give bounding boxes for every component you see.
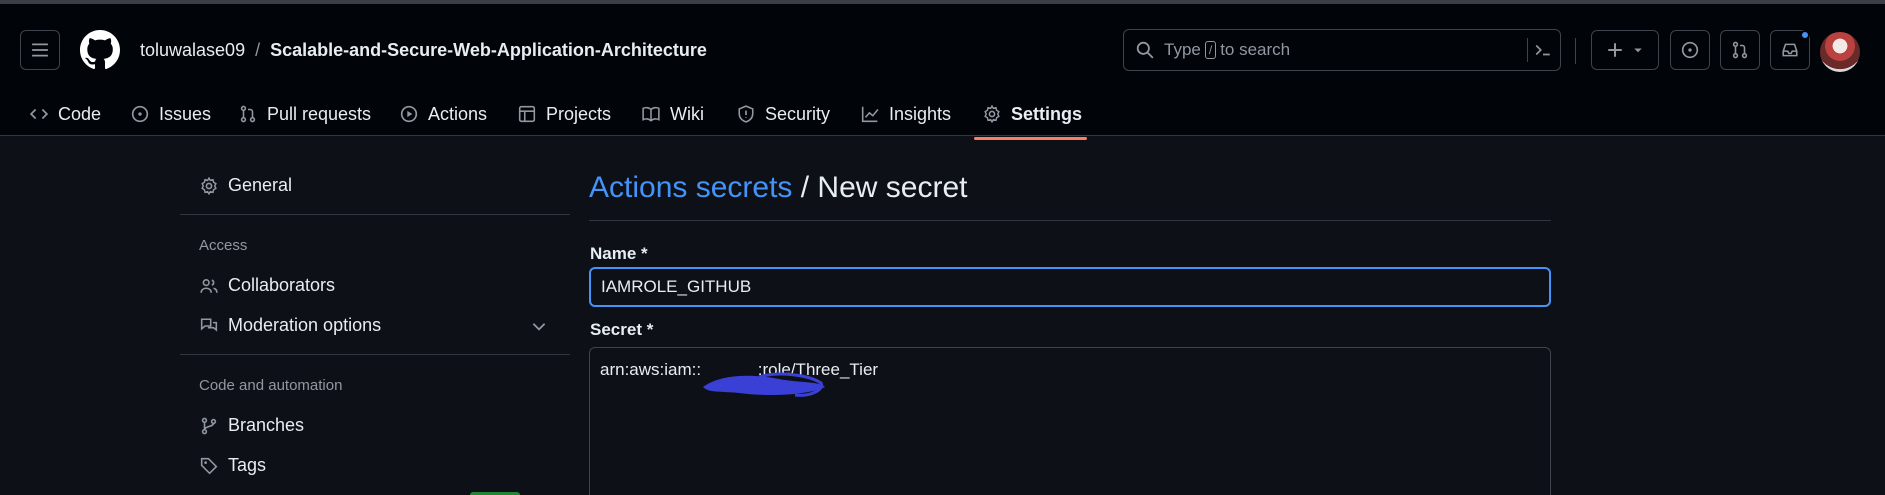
- redaction-scribble: [703, 372, 825, 397]
- secret-label: Secret *: [590, 320, 654, 339]
- tab-wiki[interactable]: Wiki: [642, 88, 704, 140]
- top-bar: toluwalase09 / Scalable-and-Secure-Web-A…: [0, 8, 1885, 88]
- create-new-button[interactable]: [1591, 30, 1659, 70]
- search-suffix: to search: [1220, 40, 1291, 59]
- search-prefix: Type: [1164, 40, 1201, 59]
- gear-icon: [984, 105, 1000, 123]
- header-divider: [1575, 38, 1576, 64]
- menu-button[interactable]: [20, 30, 60, 70]
- chevron-down-icon[interactable]: [530, 317, 548, 335]
- code-icon: [30, 108, 48, 120]
- search-divider: [1527, 38, 1528, 62]
- sidebar-item-moderation-options[interactable]: Moderation options: [200, 315, 381, 336]
- tab-pull-requests-label: Pull requests: [267, 103, 372, 124]
- graph-icon: [861, 106, 879, 123]
- tab-settings-label: Settings: [1011, 103, 1083, 124]
- tab-pull-requests[interactable]: Pull requests: [239, 88, 371, 140]
- plus-icon: [1608, 43, 1622, 57]
- sidebar-heading-access: Access: [199, 237, 248, 254]
- sidebar-item-general[interactable]: General: [200, 175, 292, 196]
- your-issues-button[interactable]: [1670, 30, 1710, 70]
- page-title-rest: / New secret: [800, 171, 968, 204]
- sidebar-item-label: Collaborators: [228, 275, 336, 295]
- breadcrumb-separator: /: [255, 40, 261, 60]
- tab-insights-label: Insights: [889, 103, 952, 124]
- app-header: toluwalase09 / Scalable-and-Secure-Web-A…: [0, 0, 1885, 140]
- tab-settings[interactable]: Settings: [983, 88, 1082, 140]
- tab-actions[interactable]: Actions: [400, 88, 487, 140]
- sidebar-item-tags[interactable]: Tags: [200, 455, 266, 476]
- search-shortcut-key: /: [1204, 41, 1217, 59]
- actions-secrets-link[interactable]: Actions secrets: [589, 171, 792, 204]
- tab-insights[interactable]: Insights: [861, 88, 951, 140]
- user-avatar[interactable]: [1820, 32, 1860, 72]
- search-placeholder: Type / to search: [1164, 40, 1290, 60]
- play-icon: [400, 105, 418, 123]
- sidebar-item-label: Tags: [228, 455, 267, 475]
- sidebar-item-label: General: [228, 175, 293, 195]
- book-icon: [642, 106, 660, 122]
- tab-code[interactable]: Code: [30, 88, 101, 140]
- name-label: Name *: [590, 244, 648, 263]
- tag-icon: [200, 457, 218, 474]
- sidebar-item-branches[interactable]: Branches: [200, 415, 304, 436]
- table-icon: [518, 105, 536, 123]
- command-palette-icon[interactable]: [1534, 41, 1552, 59]
- active-tab-indicator: [974, 137, 1087, 140]
- repo-owner-link[interactable]: toluwalase09: [140, 40, 245, 61]
- github-logo-icon[interactable]: [80, 30, 120, 70]
- people-icon: [200, 278, 218, 293]
- search-input[interactable]: Type / to search: [1123, 29, 1561, 71]
- tab-wiki-label: Wiki: [670, 103, 704, 124]
- tab-actions-label: Actions: [428, 103, 488, 124]
- git-pull-request-icon: [240, 105, 256, 123]
- inbox-icon: [1782, 43, 1798, 57]
- sidebar-divider: [180, 354, 570, 355]
- sidebar-heading-code-automation: Code and automation: [199, 377, 343, 394]
- tab-security-label: Security: [765, 103, 831, 124]
- shield-icon: [738, 105, 754, 123]
- tab-security[interactable]: Security: [737, 88, 830, 140]
- title-divider: [589, 220, 1551, 221]
- repo-breadcrumb: toluwalase09 / Scalable-and-Secure-Web-A…: [140, 40, 707, 61]
- comment-discussion-icon: [200, 317, 218, 332]
- triangle-down-icon: [1634, 48, 1642, 53]
- sidebar-item-label: Branches: [228, 415, 305, 435]
- repo-tab-bar: Code Issues Pull requests Actions Projec…: [0, 88, 1885, 140]
- issue-opened-icon: [1681, 41, 1699, 59]
- git-branch-icon: [201, 417, 217, 434]
- issue-opened-icon: [131, 105, 149, 123]
- unread-notification-dot: [1800, 30, 1810, 40]
- hamburger-icon: [32, 43, 48, 57]
- page-title: Actions secrets / New secret: [589, 171, 967, 205]
- tab-code-label: Code: [58, 103, 102, 124]
- repo-name-link[interactable]: Scalable-and-Secure-Web-Application-Arch…: [270, 40, 707, 61]
- tab-projects-label: Projects: [546, 103, 612, 124]
- git-pull-request-icon: [1732, 41, 1748, 59]
- sidebar-item-collaborators[interactable]: Collaborators: [200, 275, 335, 296]
- tab-projects[interactable]: Projects: [518, 88, 611, 140]
- secret-name-field[interactable]: [589, 267, 1551, 307]
- your-pull-requests-button[interactable]: [1720, 30, 1760, 70]
- tab-issues-label: Issues: [159, 103, 212, 124]
- gear-icon: [201, 176, 217, 195]
- sidebar-divider: [180, 214, 570, 215]
- search-icon: [1136, 41, 1154, 59]
- sidebar-item-label: Moderation options: [228, 315, 382, 335]
- tab-issues[interactable]: Issues: [131, 88, 211, 140]
